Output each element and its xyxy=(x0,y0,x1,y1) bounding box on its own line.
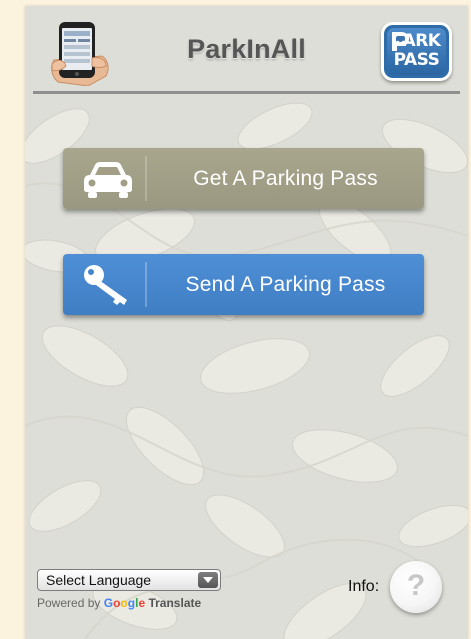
google-letter: e xyxy=(138,596,146,610)
google-letter: G xyxy=(103,596,114,610)
get-parking-pass-button[interactable]: Get A Parking Pass xyxy=(63,148,424,209)
header: ParkInAll ARK PASS xyxy=(25,6,468,98)
google-letter: g xyxy=(127,596,136,610)
get-parking-pass-label: Get A Parking Pass xyxy=(193,167,378,190)
info-button[interactable]: ? xyxy=(390,561,442,613)
header-divider xyxy=(33,91,460,94)
send-parking-pass-label: Send A Parking Pass xyxy=(185,273,386,296)
language-select[interactable]: Select Language xyxy=(37,569,221,591)
key-icon xyxy=(84,265,127,305)
park-pass-logo-line1: ARK xyxy=(402,31,441,51)
language-select-value: Select Language xyxy=(46,572,152,588)
park-pass-logo-line2: PASS xyxy=(393,50,440,70)
translate-link[interactable]: Translate xyxy=(148,596,201,610)
google-letter: o xyxy=(120,596,128,610)
park-pass-logo: ARK PASS xyxy=(381,22,452,81)
dropdown-arrow-box xyxy=(198,572,218,588)
powered-by-prefix: Powered by xyxy=(37,596,101,610)
send-parking-pass-button[interactable]: Send A Parking Pass xyxy=(63,254,424,315)
app-screen: ParkInAll ARK PASS Get A Parking Pass Se… xyxy=(25,6,468,639)
leaf-pattern-background xyxy=(25,102,468,639)
chevron-down-icon xyxy=(203,577,213,583)
powered-by-google-translate: Powered by Google Translate xyxy=(37,596,201,610)
car-icon xyxy=(84,162,132,198)
info-label: Info: xyxy=(348,578,380,595)
question-icon: ? xyxy=(406,569,426,602)
google-logo[interactable]: Google xyxy=(104,596,145,610)
